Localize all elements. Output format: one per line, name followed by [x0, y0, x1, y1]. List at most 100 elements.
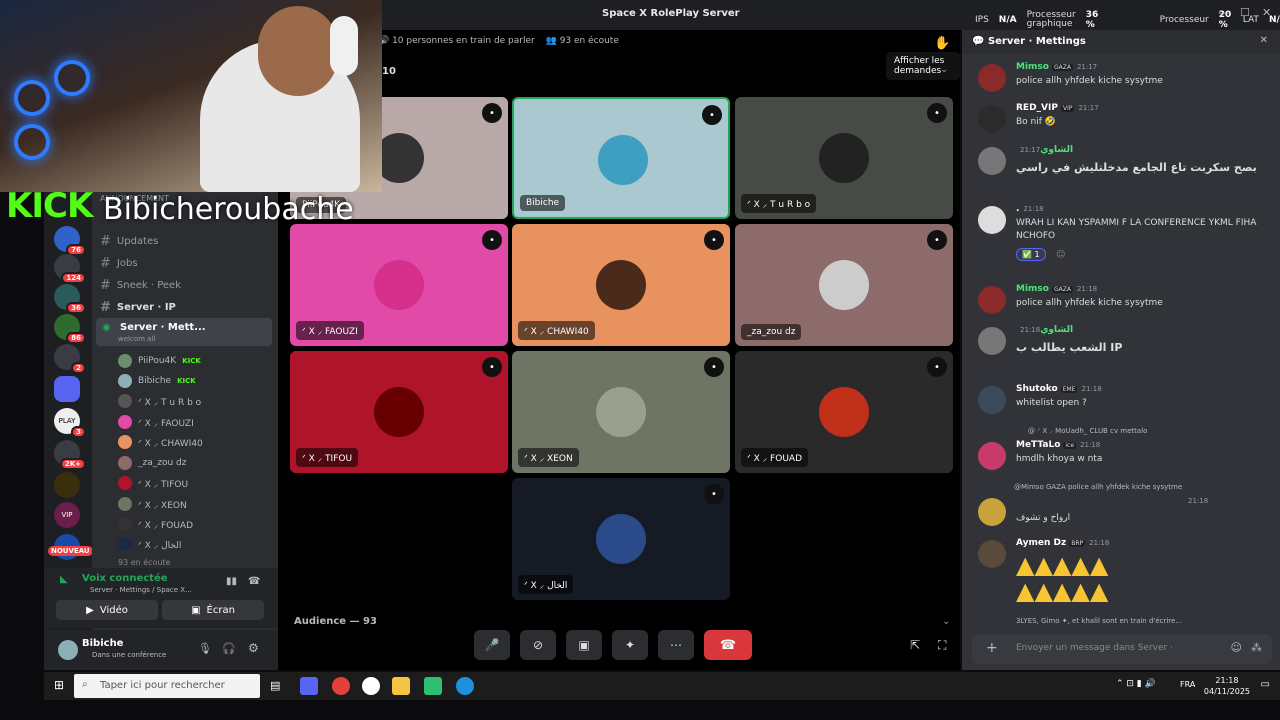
- participant-tile[interactable]: ᐟ X ⸝ TIFOU •: [290, 351, 508, 473]
- channel-server-ip[interactable]: # Server · IP: [100, 300, 176, 315]
- member-item[interactable]: _za_zou dz: [118, 456, 186, 470]
- avatar[interactable]: [978, 442, 1006, 470]
- mic-button[interactable]: 🎤: [474, 630, 510, 660]
- settings-icon[interactable]: ⚙: [248, 641, 259, 655]
- task-view-icon[interactable]: ▤: [270, 679, 280, 692]
- participant-tile[interactable]: ᐟ X ⸝ FAOUZI •: [290, 224, 508, 346]
- activity-button[interactable]: ✦: [612, 630, 648, 660]
- options-icon[interactable]: •: [482, 357, 502, 377]
- audience-label[interactable]: Audience — 93: [294, 616, 377, 627]
- taskbar-search[interactable]: ⌕ Taper ici pour rechercher: [74, 674, 260, 698]
- screen-share-button[interactable]: ▣ Écran: [162, 600, 264, 620]
- chevron-down-icon[interactable]: ⌄: [940, 64, 948, 75]
- avatar[interactable]: [978, 540, 1006, 568]
- options-icon[interactable]: •: [482, 103, 502, 123]
- avatar[interactable]: [978, 206, 1006, 234]
- channel-sneek-peek[interactable]: # Sneek · Peek: [100, 278, 181, 293]
- maximize-icon[interactable]: ☐: [1240, 6, 1250, 19]
- avatar[interactable]: [978, 498, 1006, 526]
- member-item[interactable]: ᐟ X ⸝ FOUAD: [118, 517, 193, 531]
- channel-updates[interactable]: # Updates: [100, 234, 158, 249]
- server-icon[interactable]: PLAY 3: [54, 408, 86, 438]
- avatar[interactable]: [978, 386, 1006, 414]
- add-attachment-icon[interactable]: +: [986, 640, 998, 656]
- member-item[interactable]: ᐟ X ⸝ CHAWI40: [118, 435, 203, 449]
- close-icon[interactable]: ✕: [1262, 6, 1271, 19]
- avatar[interactable]: [978, 286, 1006, 314]
- avatar[interactable]: [978, 105, 1006, 133]
- raise-hand-icon[interactable]: ✋: [934, 36, 950, 51]
- folder-icon[interactable]: [54, 376, 80, 402]
- message-input[interactable]: + Envoyer un message dans Server · ☺ ⁂: [972, 634, 1272, 664]
- clock[interactable]: 21:18 04/11/2025: [1204, 675, 1250, 697]
- participant-tile[interactable]: _za_zou dz •: [735, 224, 953, 346]
- member-item[interactable]: ᐟ X ⸝ الخال: [118, 537, 181, 551]
- options-icon[interactable]: •: [702, 105, 722, 125]
- options-icon[interactable]: •: [482, 230, 502, 250]
- participant-tile[interactable]: ᐟ X ⸝ الخال •: [512, 478, 730, 600]
- channel-server-mettings[interactable]: ◉ Server · Mett... welcom all: [96, 318, 272, 346]
- discord-icon[interactable]: [300, 677, 318, 695]
- server-icon[interactable]: 124: [54, 254, 86, 284]
- avatar[interactable]: [978, 64, 1006, 92]
- options-icon[interactable]: •: [927, 357, 947, 377]
- avatar[interactable]: [58, 640, 78, 660]
- emoji-icon[interactable]: ☺: [1231, 641, 1242, 654]
- reaction[interactable]: ✅ 1: [1016, 248, 1046, 261]
- avatar[interactable]: [978, 147, 1006, 175]
- headset-icon[interactable]: 🎧: [222, 642, 236, 655]
- popout-icon[interactable]: ⇱: [910, 638, 920, 652]
- participant-tile[interactable]: ᐟ X ⸝ FOUAD •: [735, 351, 953, 473]
- share-screen-button[interactable]: ▣: [566, 630, 602, 660]
- member-item[interactable]: ᐟ X ⸝ T u R b o: [118, 394, 201, 408]
- leave-call-button[interactable]: ☎: [704, 630, 752, 660]
- participant-tile[interactable]: ᐟ X ⸝ T u R b o •: [735, 97, 953, 219]
- participant-tile[interactable]: ᐟ X ⸝ CHAWI40 •: [512, 224, 730, 346]
- channel-jobs[interactable]: # Jobs: [100, 256, 138, 271]
- language-indicator[interactable]: FRA: [1180, 680, 1195, 689]
- more-button[interactable]: ⋯: [658, 630, 694, 660]
- member-item[interactable]: ᐟ X ⸝ TIFOU: [118, 476, 188, 490]
- server-icon[interactable]: 2: [54, 344, 86, 374]
- add-reaction-icon[interactable]: ☺: [1056, 250, 1065, 260]
- notification-icon[interactable]: ▭: [1261, 679, 1270, 690]
- app-icon[interactable]: [424, 677, 442, 695]
- member-item[interactable]: ᐟ X ⸝ XEON: [118, 497, 187, 511]
- participant-tile[interactable]: ᐟ X ⸝ XEON •: [512, 351, 730, 473]
- minimize-icon[interactable]: —: [1218, 6, 1229, 19]
- server-icon[interactable]: 36: [54, 284, 86, 314]
- soundboard-icon[interactable]: ▮▮: [226, 576, 237, 587]
- member-item[interactable]: ᐟ X ⸝ FAOUZI: [118, 415, 194, 429]
- avatar[interactable]: [978, 327, 1006, 355]
- options-icon[interactable]: •: [927, 230, 947, 250]
- chrome-icon[interactable]: [332, 677, 350, 695]
- close-icon[interactable]: ✕: [1260, 35, 1268, 46]
- options-icon[interactable]: •: [704, 230, 724, 250]
- voice-location[interactable]: Server · Mettings / Space X...: [90, 586, 192, 594]
- reply-preview[interactable]: @Mimso GAZA police allh yhfdek kiche sys…: [1014, 483, 1182, 491]
- disconnect-icon[interactable]: ☎: [248, 576, 260, 587]
- video-button[interactable]: ▶ Vidéo: [56, 600, 158, 620]
- server-icon[interactable]: 86: [54, 314, 86, 344]
- chevron-down-icon[interactable]: ⌄: [942, 616, 950, 627]
- camera-button[interactable]: ⊘: [520, 630, 556, 660]
- member-item[interactable]: Bibiche KICK: [118, 374, 196, 388]
- windows-start-icon[interactable]: ⊞: [54, 678, 64, 692]
- server-icon[interactable]: VIP: [54, 502, 80, 528]
- folder-icon[interactable]: [392, 677, 410, 695]
- member-item[interactable]: PiiPou4K KICK: [118, 354, 201, 368]
- reply-preview[interactable]: @ ᐟ X ⸝ MoUadh_ CLUB cv mettalo: [1028, 427, 1147, 436]
- participant-tile[interactable]: Bibiche •: [512, 97, 730, 219]
- apps-icon[interactable]: ⁂: [1251, 641, 1262, 654]
- server-icon[interactable]: 2K+: [54, 440, 86, 470]
- options-icon[interactable]: •: [704, 484, 724, 504]
- tray-icons[interactable]: ⌃ ⊡ ▮ 🔊: [1116, 679, 1156, 689]
- fullscreen-icon[interactable]: ⛶: [938, 638, 946, 653]
- edge-icon[interactable]: [456, 677, 474, 695]
- mic-icon[interactable]: 🎙: [198, 642, 212, 655]
- server-icon[interactable]: [54, 472, 80, 498]
- options-icon[interactable]: •: [927, 103, 947, 123]
- app-icon[interactable]: [362, 677, 380, 695]
- server-icon[interactable]: 76: [54, 226, 86, 256]
- options-icon[interactable]: •: [704, 357, 724, 377]
